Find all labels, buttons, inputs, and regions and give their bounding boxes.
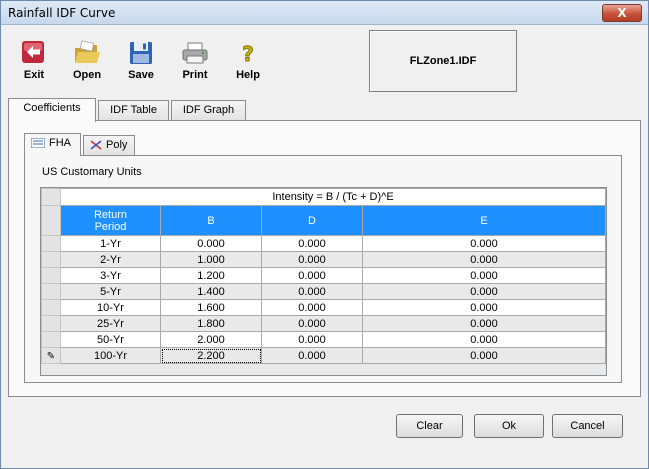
fha-icon (30, 137, 46, 149)
poly-icon (90, 140, 102, 150)
row-selector[interactable] (41, 267, 61, 284)
ok-button[interactable]: Ok (474, 414, 544, 438)
toolbar: Exit Open Save Print ? Help FLZone1.IDF (1, 25, 648, 95)
formula-header: Intensity = B / (Tc + D)^E (60, 188, 606, 206)
exit-button[interactable]: Exit (12, 39, 56, 81)
cell-period[interactable]: 50-Yr (60, 331, 161, 348)
tab-poly[interactable]: Poly (83, 135, 135, 155)
tab-idf-graph[interactable]: IDF Graph (171, 100, 246, 121)
cell-d[interactable]: 0.000 (261, 331, 363, 348)
help-button[interactable]: ? Help (226, 39, 270, 81)
cell-b[interactable]: 1.400 (160, 283, 262, 300)
edit-pencil-icon: ✎ (46, 350, 56, 362)
cell-period[interactable]: 25-Yr (60, 315, 161, 332)
save-label: Save (128, 69, 154, 81)
cell-b[interactable]: 2.000 (160, 331, 262, 348)
window-close-button[interactable]: X (602, 4, 642, 22)
cell-b-selected[interactable]: 2.200 (160, 347, 262, 364)
cell-e[interactable]: 0.000 (362, 235, 606, 252)
cell-period[interactable]: 3-Yr (60, 267, 161, 284)
help-question-icon: ? (242, 42, 254, 67)
window-title: Rainfall IDF Curve (8, 6, 116, 20)
folder-icon (75, 40, 100, 63)
cell-d[interactable]: 0.000 (261, 235, 363, 252)
print-button[interactable]: Print (173, 39, 217, 81)
col-header-return-period[interactable]: Return Period (60, 205, 161, 236)
table-row: 5-Yr 1.400 0.000 0.000 (41, 283, 606, 300)
row-selector[interactable] (41, 251, 61, 268)
cell-period[interactable]: 100-Yr (60, 347, 161, 364)
cell-e[interactable]: 0.000 (362, 267, 606, 284)
save-button[interactable]: Save (119, 39, 163, 81)
table-row: 10-Yr 1.600 0.000 0.000 (41, 299, 606, 316)
printer-icon (182, 42, 208, 64)
print-label: Print (182, 69, 208, 81)
open-button[interactable]: Open (65, 39, 109, 81)
cell-e[interactable]: 0.000 (362, 347, 606, 364)
cell-b[interactable]: 1.800 (160, 315, 262, 332)
title-bar: Rainfall IDF Curve X (1, 1, 648, 25)
row-selector[interactable] (41, 331, 61, 348)
table-row: 2-Yr 1.000 0.000 0.000 (41, 251, 606, 268)
open-label: Open (72, 69, 102, 81)
cell-b[interactable]: 1.600 (160, 299, 262, 316)
floppy-disk-icon (130, 42, 152, 64)
col-header-b[interactable]: B (160, 205, 262, 236)
cancel-button[interactable]: Cancel (552, 414, 623, 438)
svg-text:?: ? (242, 42, 254, 66)
row-selector[interactable] (41, 315, 61, 332)
tab-fha-label: FHA (49, 137, 71, 149)
tab-poly-label: Poly (106, 139, 128, 151)
table-row: 25-Yr 1.800 0.000 0.000 (41, 315, 606, 332)
help-label: Help (236, 69, 260, 81)
cell-b[interactable]: 1.000 (160, 251, 262, 268)
cell-e[interactable]: 0.000 (362, 299, 606, 316)
cell-e[interactable]: 0.000 (362, 251, 606, 268)
table-row: 50-Yr 2.000 0.000 0.000 (41, 331, 606, 348)
table-row: 3-Yr 1.200 0.000 0.000 (41, 267, 606, 284)
cell-d[interactable]: 0.000 (261, 347, 363, 364)
cell-e[interactable]: 0.000 (362, 331, 606, 348)
cell-d[interactable]: 0.000 (261, 267, 363, 284)
cell-e[interactable]: 0.000 (362, 315, 606, 332)
table-row: 1-Yr 0.000 0.000 0.000 (41, 235, 606, 252)
cell-period[interactable]: 10-Yr (60, 299, 161, 316)
row-selector[interactable] (41, 299, 61, 316)
cell-e[interactable]: 0.000 (362, 283, 606, 300)
table-row: ✎ 100-Yr 2.200 0.000 0.000 (41, 347, 606, 364)
col-header-return-period-label: Return Period (93, 208, 128, 233)
row-selector-editing[interactable]: ✎ (41, 347, 61, 364)
tab-fha[interactable]: FHA (24, 133, 81, 156)
tab-coefficients[interactable]: Coefficients (8, 98, 96, 122)
row-selector[interactable] (41, 235, 61, 252)
cell-period[interactable]: 5-Yr (60, 283, 161, 300)
tab-idf-table[interactable]: IDF Table (98, 100, 169, 121)
row-header (41, 205, 61, 236)
cell-d[interactable]: 0.000 (261, 299, 363, 316)
corner-cell (41, 188, 61, 206)
cell-period[interactable]: 2-Yr (60, 251, 161, 268)
idf-window: Rainfall IDF Curve X Exit Open Save Prin… (0, 0, 649, 469)
coefficients-grid[interactable]: Intensity = B / (Tc + D)^E Return Period… (40, 187, 607, 376)
cell-d[interactable]: 0.000 (261, 251, 363, 268)
cell-period[interactable]: 1-Yr (60, 235, 161, 252)
exit-arrow-icon (22, 41, 44, 63)
exit-label: Exit (23, 69, 45, 81)
cell-b[interactable]: 0.000 (160, 235, 262, 252)
row-selector[interactable] (41, 283, 61, 300)
file-name-display: FLZone1.IDF (369, 30, 517, 92)
coefficients-table: Intensity = B / (Tc + D)^E Return Period… (41, 188, 606, 364)
col-header-d[interactable]: D (261, 205, 363, 236)
units-label: US Customary Units (42, 166, 142, 178)
clear-button[interactable]: Clear (396, 414, 463, 438)
col-header-e[interactable]: E (362, 205, 606, 236)
cell-d[interactable]: 0.000 (261, 283, 363, 300)
cell-b[interactable]: 1.200 (160, 267, 262, 284)
cell-d[interactable]: 0.000 (261, 315, 363, 332)
